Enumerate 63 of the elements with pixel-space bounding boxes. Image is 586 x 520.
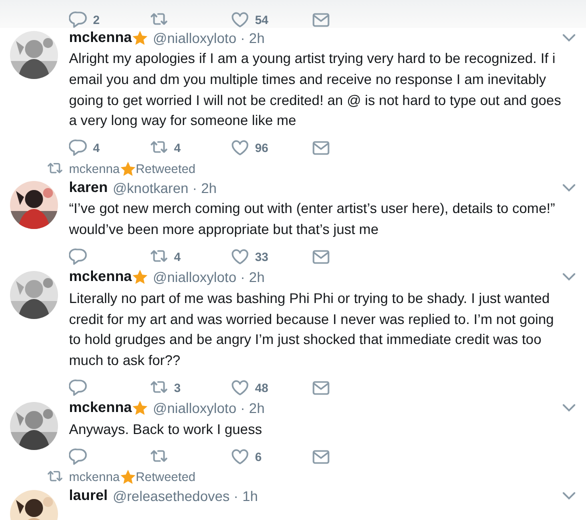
more-button[interactable] [562,403,576,414]
reply-icon [69,139,87,158]
timestamp[interactable]: 1h [242,488,258,504]
user-name[interactable]: laurel [69,488,108,504]
mail-icon [312,248,330,266]
like-button[interactable]: 96 [231,139,312,158]
like-button[interactable]: 33 [231,248,312,266]
heart-icon [231,448,249,466]
caret-icon [562,32,576,42]
user-link[interactable]: mckenna [69,162,120,176]
mail-icon [312,378,330,397]
caret-icon [562,403,576,414]
like-button[interactable]: 48 [231,378,312,397]
retweet-button[interactable]: 3 [150,378,231,397]
more-button[interactable] [562,491,576,502]
separator: · [234,488,238,504]
user-name[interactable]: karen [69,180,108,196]
reply-icon [69,248,87,266]
retweeted-label: Retweeted [136,162,196,176]
timestamp[interactable]: 2h [249,30,265,46]
tweet-text: “I’ve got new merch coming out with (enter artist’s user here), details to come!” would’ve been more appropriate but that’s just me [69,199,556,239]
like-button[interactable]: 54 [231,11,312,29]
timestamp[interactable]: 2h [201,180,217,196]
caret-icon [562,272,576,282]
retweeted-label: Retweeted [136,470,196,484]
reply-button[interactable]: 2 [69,11,150,29]
separator: · [240,269,246,286]
user-link[interactable]: mckenna [69,470,120,484]
timestamp[interactable]: 2h [249,400,265,416]
mail-icon [312,139,330,158]
mail-icon [312,448,330,466]
separator: · [240,400,246,416]
user-name[interactable]: mckenna [69,269,132,286]
user-handle[interactable]: @nialloxyloto [152,269,236,286]
reply-icon [69,448,87,466]
heart-icon [231,378,249,397]
separator: · [240,30,246,46]
caret-icon [562,491,576,502]
mail-icon [312,11,330,29]
timestamp[interactable]: 2h [249,269,265,286]
heart-icon [231,248,249,266]
user-handle[interactable]: @nialloxyloto [152,30,236,46]
more-button[interactable] [562,272,576,282]
user-handle[interactable]: @releasethedoves [112,488,230,504]
reply-icon [69,11,87,29]
tweet-text: Alright my apologies if I am a young artist trying very hard to be recognized. If i email you and dm you multiple times and receive no response I am inevitably going to get worried I will not be credited! an @ is not hard to type out and goes a very long way for someone like me [69,49,562,130]
retweet-button[interactable]: 4 [150,248,231,266]
tweet-text: Anyways. Back to work I guess [69,420,263,439]
user-name[interactable]: mckenna [69,30,132,46]
reply-icon [69,378,87,397]
more-button[interactable] [562,182,576,193]
retweet-button[interactable]: 4 [150,139,231,158]
reply-button[interactable]: 4 [69,139,150,158]
like-button[interactable]: 6 [231,448,312,466]
tweet-text: Literally no part of me was bashing Phi Phi or trying to be shady. I just wanted credit for my art and was worried because I never was replied to. I’m not going to hold grudges and be angry I’m just shocked that immediate credit was too much to ask for?? [69,288,555,370]
more-button[interactable] [562,32,576,42]
heart-icon [231,139,249,158]
user-name[interactable]: mckenna [69,400,132,416]
caret-icon [562,182,576,193]
user-handle[interactable]: @nialloxyloto [152,400,236,416]
heart-icon [231,11,249,29]
user-handle[interactable]: @knotkaren [112,180,188,196]
separator: · [192,180,198,196]
